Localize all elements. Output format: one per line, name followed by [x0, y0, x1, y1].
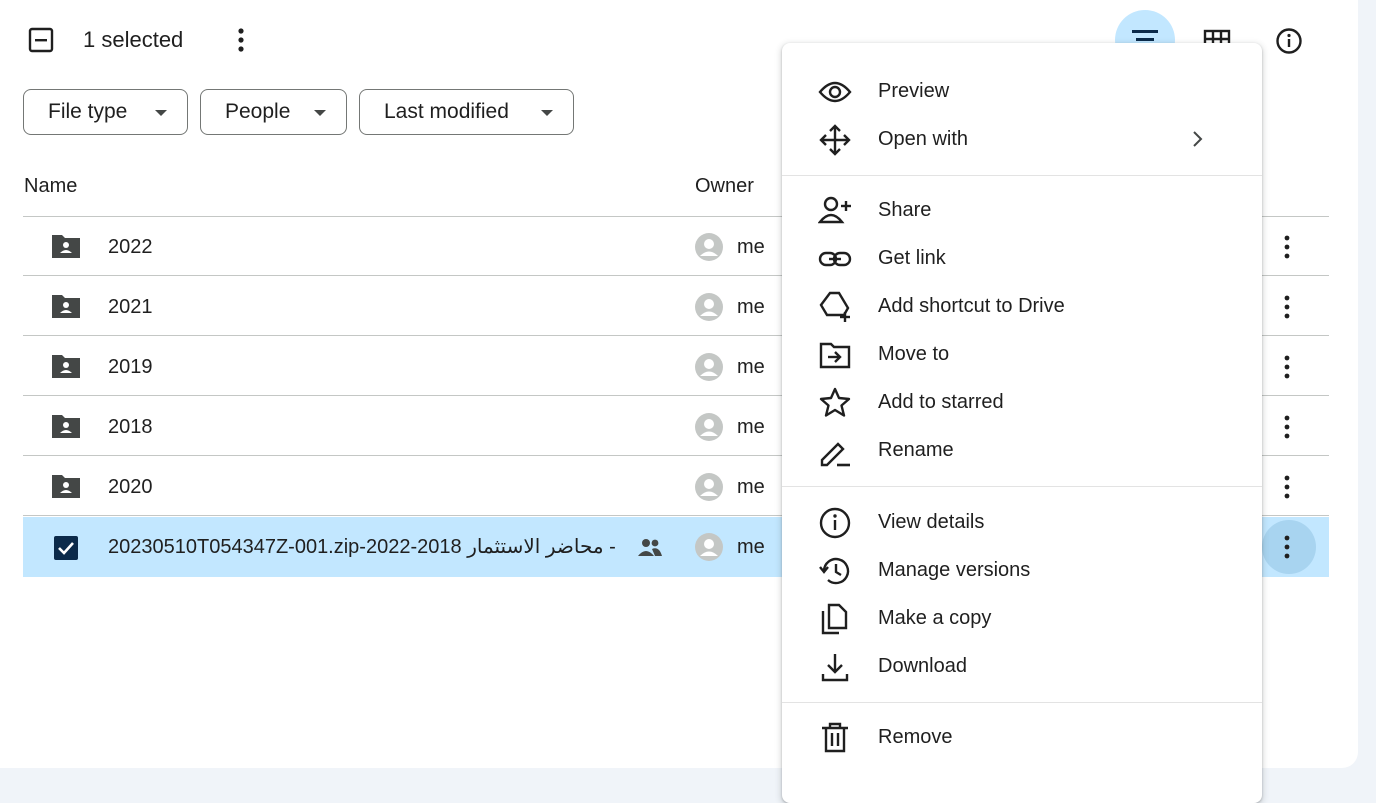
file-name: 2018	[108, 416, 153, 438]
menu-item-preview[interactable]: Preview	[782, 67, 1262, 115]
column-header-owner: Owner	[695, 175, 754, 197]
trash-icon	[818, 721, 852, 755]
owner-name: me	[737, 476, 765, 498]
file-name: 2019	[108, 356, 153, 378]
menu-item-rename[interactable]: Rename	[782, 426, 1262, 474]
avatar	[695, 353, 723, 381]
more-vert-icon[interactable]	[1275, 233, 1299, 261]
select-partial-icon[interactable]	[28, 27, 54, 53]
more-vert-icon[interactable]	[1275, 473, 1299, 501]
menu-item-open-with[interactable]: Open with	[782, 115, 1262, 163]
menu-divider	[782, 486, 1262, 487]
shared-folder-icon	[50, 472, 82, 500]
person-add-icon	[817, 194, 852, 228]
more-vert-icon[interactable]	[1275, 293, 1299, 321]
history-icon	[818, 554, 852, 588]
owner-name: me	[737, 356, 765, 378]
column-header-name[interactable]: Name	[24, 175, 77, 198]
shared-people-icon	[637, 537, 663, 559]
avatar	[695, 233, 723, 261]
menu-item-label: Get link	[878, 247, 946, 269]
menu-item-view-details[interactable]: View details	[782, 498, 1262, 546]
pencil-icon	[818, 434, 852, 468]
copy-icon	[818, 602, 852, 636]
owner-name: me	[737, 416, 765, 438]
file-name: 2020	[108, 476, 153, 498]
menu-item-label: Make a copy	[878, 607, 992, 629]
shared-folder-icon	[50, 292, 82, 320]
menu-item-make-a-copy[interactable]: Make a copy	[782, 594, 1262, 642]
menu-item-label: Manage versions	[878, 559, 1031, 581]
menu-item-label: Remove	[878, 726, 953, 748]
shared-folder-icon	[50, 232, 82, 260]
checkbox-checked-icon[interactable]	[54, 536, 78, 560]
avatar	[695, 473, 723, 501]
last-modified-label: Last modified	[384, 100, 509, 123]
menu-item-remove[interactable]: Remove	[782, 713, 1262, 761]
menu-item-get-link[interactable]: Get link	[782, 234, 1262, 282]
avatar	[695, 413, 723, 441]
context-menu: Preview Open with Share Get link Add sho…	[782, 43, 1262, 803]
people-label: People	[225, 100, 291, 123]
menu-item-label: Open with	[878, 128, 969, 150]
menu-item-label: Rename	[878, 439, 954, 461]
move-arrows-icon	[818, 123, 852, 157]
menu-divider	[782, 702, 1262, 703]
menu-item-label: Move to	[878, 343, 950, 365]
folder-move-icon	[818, 338, 852, 372]
info-icon	[818, 506, 852, 540]
shared-folder-icon	[50, 352, 82, 380]
shared-folder-icon	[50, 412, 82, 440]
more-vert-icon[interactable]	[1275, 353, 1299, 381]
menu-item-label: Download	[878, 655, 967, 677]
menu-item-move-to[interactable]: Move to	[782, 330, 1262, 378]
selection-count: 1 selected	[83, 27, 184, 52]
menu-item-label: View details	[878, 511, 985, 533]
chevron-right-icon	[1188, 129, 1206, 149]
more-vert-icon[interactable]	[1275, 533, 1299, 561]
file-name: 20230510T054347Z-001.zip-محاضر الاستثمار…	[108, 536, 616, 558]
info-icon[interactable]	[1274, 26, 1304, 56]
file-type-label: File type	[48, 100, 128, 123]
star-icon	[818, 386, 852, 420]
file-type-filter[interactable]: File type	[23, 89, 188, 135]
file-name: 2022	[108, 236, 153, 258]
owner-name: me	[737, 296, 765, 318]
owner-name: me	[737, 536, 765, 558]
avatar	[695, 533, 723, 561]
avatar	[695, 293, 723, 321]
dropdown-arrow-icon	[541, 110, 553, 116]
download-icon	[818, 650, 852, 684]
menu-item-manage-versions[interactable]: Manage versions	[782, 546, 1262, 594]
more-vert-icon[interactable]	[1275, 413, 1299, 441]
link-icon	[818, 242, 852, 276]
dropdown-arrow-icon	[155, 110, 167, 116]
menu-item-download[interactable]: Download	[782, 642, 1262, 690]
menu-item-add-shortcut[interactable]: Add shortcut to Drive	[782, 282, 1262, 330]
eye-icon	[818, 75, 852, 109]
menu-item-label: Add to starred	[878, 391, 1004, 413]
owner-name: me	[737, 236, 765, 258]
people-filter[interactable]: People	[200, 89, 347, 135]
menu-item-label: Share	[878, 199, 932, 221]
dropdown-arrow-icon	[314, 110, 326, 116]
last-modified-filter[interactable]: Last modified	[359, 89, 574, 135]
file-name: 2021	[108, 296, 153, 318]
menu-divider	[782, 175, 1262, 176]
menu-item-share[interactable]: Share	[782, 186, 1262, 234]
menu-item-label: Preview	[878, 80, 950, 102]
drive-shortcut-icon	[818, 290, 852, 324]
menu-item-label: Add shortcut to Drive	[878, 295, 1065, 317]
menu-item-add-to-starred[interactable]: Add to starred	[782, 378, 1262, 426]
more-vert-icon[interactable]	[228, 26, 254, 54]
